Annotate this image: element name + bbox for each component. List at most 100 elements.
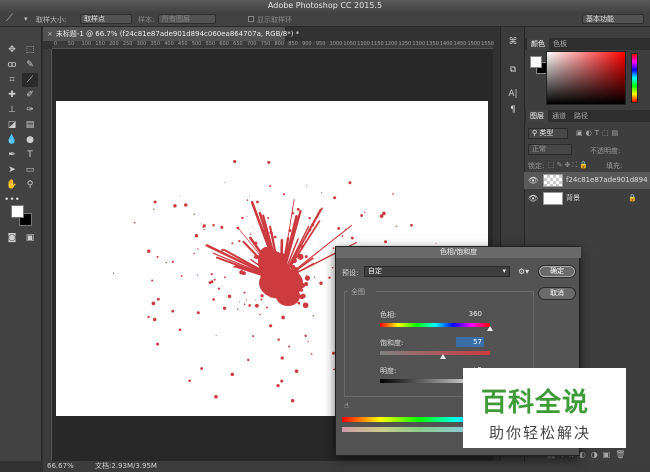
eyedropper-tool-icon[interactable]: ⟋	[6, 13, 13, 24]
channel-select[interactable]: 全图	[348, 288, 376, 299]
splatter-droplet	[341, 235, 344, 238]
splatter-droplet	[178, 328, 182, 332]
splatter-droplet	[184, 203, 188, 207]
splatter-droplet	[316, 215, 319, 218]
splatter-droplet	[153, 200, 157, 204]
move-tool-icon[interactable]: ✥	[4, 43, 20, 57]
splatter-droplet	[173, 204, 177, 208]
marquee-tool-icon[interactable]: ⬚	[22, 43, 38, 57]
saturation-slider-track[interactable]	[380, 351, 490, 355]
foreground-color-swatch[interactable]	[11, 205, 24, 218]
preset-select[interactable]: 自定 ▾	[364, 266, 510, 277]
tab-swatches[interactable]: 色板	[549, 38, 571, 50]
zoom-tool-icon[interactable]: ⚲	[22, 178, 38, 192]
history-panel-icon[interactable]: ⌘	[506, 35, 520, 49]
hue-slider-thumb[interactable]	[487, 326, 493, 331]
crop-tool-icon[interactable]: ⌗	[4, 73, 20, 87]
blur-tool-icon[interactable]: 💧	[4, 133, 20, 147]
eraser-tool-icon[interactable]: ◪	[4, 118, 20, 132]
layer-row[interactable]: 👁 f24c81e87ade901d894c060ea864707a	[524, 172, 650, 189]
healing-brush-tool-icon[interactable]: ✚	[4, 88, 20, 102]
tab-channels[interactable]: 通道	[548, 110, 570, 122]
tab-paths[interactable]: 路径	[570, 110, 592, 122]
splatter-droplet	[296, 207, 300, 211]
close-icon[interactable]: ×	[47, 30, 53, 38]
lasso-tool-icon[interactable]: ꝏ	[4, 58, 20, 72]
cancel-button[interactable]: 取消	[538, 287, 576, 300]
tab-layers[interactable]: 图层	[526, 110, 548, 122]
visibility-eye-icon[interactable]: 👁	[528, 172, 538, 189]
ok-button[interactable]: 确定	[538, 265, 576, 278]
lock-icons[interactable]: ⬚✎✥⛶🔒	[548, 161, 590, 170]
brush-tool-icon[interactable]: ✐	[22, 88, 38, 102]
splatter-droplet	[267, 239, 269, 241]
chevron-down-icon[interactable]: ▾	[24, 15, 28, 23]
layer-row[interactable]: 👁 背景 🔒	[524, 190, 650, 207]
saturation-value-field[interactable]: 57	[456, 337, 484, 347]
document-tab[interactable]: × 未标题-1 @ 66.7% (f24c81e87ade901d894c060e…	[43, 27, 299, 41]
path-select-tool-icon[interactable]: ➤	[4, 163, 20, 177]
splatter-droplet	[133, 221, 136, 224]
status-bar: 66.67% 文档:2.93M/3.95M	[43, 461, 650, 472]
visibility-eye-icon[interactable]: 👁	[528, 190, 538, 207]
quick-mask-icon[interactable]: ◙	[4, 231, 20, 245]
paragraph-panel-icon[interactable]: ¶	[506, 103, 520, 117]
splatter-droplet	[188, 379, 191, 383]
layer-filter-select[interactable]: ⚲ 类型	[528, 128, 568, 139]
screen-mode-icon[interactable]: ▣	[22, 231, 38, 245]
color-picker-field[interactable]	[546, 51, 626, 105]
layer-filter-icons[interactable]: ▣◐T⬚▤	[576, 129, 621, 137]
workspace-select[interactable]: 基本功能	[582, 14, 644, 24]
ruler-tick-label: 100	[81, 41, 92, 47]
splatter-droplet	[392, 193, 394, 195]
tab-color[interactable]: 颜色	[527, 38, 549, 50]
layer-name[interactable]: f24c81e87ade901d894c060ea864707a	[566, 172, 648, 189]
type-tool-icon[interactable]: T	[22, 148, 38, 162]
splatter-droplet	[263, 229, 267, 232]
character-panel-icon[interactable]: A|	[506, 87, 520, 101]
ruler-tick-label: 750	[260, 41, 271, 47]
quick-select-tool-icon[interactable]: ✎	[22, 58, 38, 72]
splatter-droplet	[249, 233, 252, 236]
splatter-droplet	[208, 281, 212, 285]
pen-tool-icon[interactable]: ✒	[4, 148, 20, 162]
show-ring-checkbox[interactable]	[248, 16, 254, 22]
splatter-droplet	[236, 226, 240, 230]
hue-value-field[interactable]: 360	[456, 309, 484, 319]
saturation-slider-thumb[interactable]	[440, 354, 446, 359]
splatter-droplet	[291, 211, 295, 215]
hue-slider-track[interactable]	[380, 323, 490, 327]
sample-size-select[interactable]: 取样点	[80, 14, 132, 24]
splatter-droplet	[306, 185, 308, 187]
rectangle-tool-icon[interactable]: ▭	[22, 163, 38, 177]
panel-foreground-swatch[interactable]	[530, 56, 542, 68]
splatter-droplet	[151, 279, 154, 282]
clone-stamp-tool-icon[interactable]: ⊥	[4, 103, 20, 117]
targeted-adjust-hand-icon[interactable]: ☝	[344, 401, 349, 410]
splatter-droplet	[285, 291, 289, 296]
hand-tool-icon[interactable]: ✋	[4, 178, 20, 192]
splatter-droplet	[156, 297, 160, 301]
sample-select[interactable]: 所有图层	[158, 14, 216, 24]
color-panel-tabs: 颜色 色板	[525, 38, 650, 50]
dodge-tool-icon[interactable]: ●	[22, 133, 38, 147]
splatter-droplet	[311, 223, 315, 227]
history-brush-tool-icon[interactable]: ✑	[22, 103, 38, 117]
blend-mode-select[interactable]: 正常	[528, 144, 572, 155]
ruler-tick-label: 1100	[357, 41, 370, 47]
splatter-droplet	[200, 222, 202, 224]
zoom-level[interactable]: 66.67%	[47, 461, 74, 472]
splatter-droplet	[152, 317, 157, 322]
splatter-droplet	[297, 253, 304, 260]
eyedropper-tool-icon[interactable]: ⟋	[22, 73, 38, 87]
preset-options-gear-icon[interactable]: ⚙▾	[518, 267, 529, 276]
splatter-droplet	[304, 275, 311, 281]
splatter-droplet	[269, 232, 271, 234]
properties-panel-icon[interactable]: ⧉	[506, 63, 520, 77]
hue-slider[interactable]	[631, 53, 638, 103]
gradient-tool-icon[interactable]: ▤	[22, 118, 38, 132]
splatter-droplet	[276, 383, 280, 388]
layer-name[interactable]: 背景	[566, 190, 580, 207]
splatter-droplet	[224, 276, 226, 279]
preset-label: 预设:	[342, 269, 359, 277]
